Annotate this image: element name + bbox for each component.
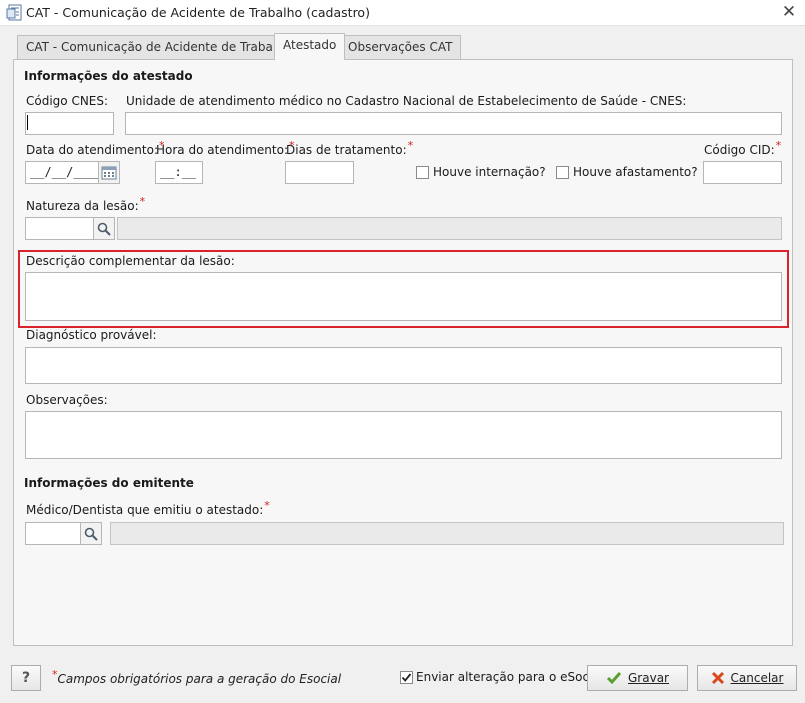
- search-icon: [97, 222, 111, 236]
- required-marker: *: [775, 139, 782, 152]
- section-title-atestado: Informações do atestado: [24, 69, 193, 83]
- medico-search-button[interactable]: [80, 522, 102, 545]
- text-caret: [27, 115, 28, 130]
- hora-atendimento-label: Hora do atendimento:*: [156, 139, 295, 157]
- medico-code-input[interactable]: [25, 522, 81, 545]
- calendar-button[interactable]: [98, 161, 120, 184]
- houve-internacao-label: Houve internação?: [433, 165, 546, 179]
- enviar-esocial-checkbox[interactable]: [400, 671, 413, 684]
- calendar-icon: [101, 166, 117, 180]
- natureza-search-button[interactable]: [93, 217, 115, 240]
- houve-afastamento-label: Houve afastamento?: [573, 165, 698, 179]
- window-title: CAT - Comunicação de Acidente de Trabalh…: [26, 5, 370, 20]
- medico-dentista-label: Médico/Dentista que emitiu o atestado:*: [26, 499, 270, 517]
- medico-name-field: [110, 522, 784, 545]
- natureza-lesao-code-input[interactable]: [25, 217, 94, 240]
- cancelar-label: Cancelar: [730, 671, 784, 685]
- search-icon: [84, 527, 98, 541]
- observacoes-textarea[interactable]: [25, 411, 782, 459]
- hora-atendimento-input[interactable]: __:__: [155, 161, 203, 184]
- data-atendimento-input[interactable]: __/__/____: [25, 161, 102, 184]
- required-marker: *: [52, 668, 58, 681]
- diagnostico-provavel-textarea[interactable]: [25, 347, 782, 384]
- dias-tratamento-label: Dias de tratamento:*: [286, 139, 414, 157]
- unidade-cnes-label: Unidade de atendimento médico no Cadastr…: [126, 94, 687, 108]
- enviar-esocial-label: Enviar alteração para o eSocial: [416, 670, 604, 684]
- required-marker: *: [407, 139, 414, 152]
- gravar-button[interactable]: Gravar: [587, 665, 688, 691]
- window-titlebar: CAT - Comunicação de Acidente de Trabalh…: [0, 0, 805, 26]
- form-icon: [6, 4, 22, 21]
- tab-cat[interactable]: CAT - Comunicação de Acidente de Trabalh…: [17, 35, 301, 60]
- descricao-complementar-textarea[interactable]: [25, 272, 782, 321]
- close-icon[interactable]: ✕: [778, 2, 800, 22]
- cancelar-button[interactable]: Cancelar: [697, 665, 797, 691]
- tab-observacoes-cat[interactable]: Observações CAT: [339, 35, 462, 60]
- x-icon: [711, 671, 724, 685]
- unidade-cnes-input[interactable]: [125, 112, 782, 135]
- section-title-emitente: Informações do emitente: [24, 476, 194, 490]
- gravar-label: Gravar: [628, 671, 669, 685]
- codigo-cnes-label: Código CNES:: [26, 94, 109, 108]
- descricao-complementar-label: Descrição complementar da lesão:: [26, 254, 235, 268]
- required-marker: *: [139, 195, 146, 208]
- required-fields-note: *Campos obrigatórios para a geração do E…: [52, 668, 342, 686]
- dias-tratamento-input[interactable]: [285, 161, 354, 184]
- checkmark-icon: [606, 672, 622, 685]
- data-atendimento-label: Data do atendimento:*: [26, 139, 165, 157]
- houve-internacao-checkbox[interactable]: [416, 166, 429, 179]
- natureza-lesao-label: Natureza da lesão:*: [26, 195, 146, 213]
- diagnostico-provavel-label: Diagnóstico provável:: [26, 328, 157, 342]
- natureza-lesao-description: [117, 217, 782, 240]
- codigo-cid-label: Código CID:*: [704, 139, 782, 157]
- codigo-cnes-input[interactable]: [25, 112, 114, 135]
- checkmark-icon: [401, 673, 412, 682]
- observacoes-label: Observações:: [26, 393, 108, 407]
- required-marker: *: [264, 499, 270, 512]
- codigo-cid-input[interactable]: [703, 161, 782, 184]
- tab-atestado[interactable]: Atestado: [274, 33, 346, 60]
- houve-afastamento-checkbox[interactable]: [556, 166, 569, 179]
- help-button[interactable]: ?: [11, 665, 41, 691]
